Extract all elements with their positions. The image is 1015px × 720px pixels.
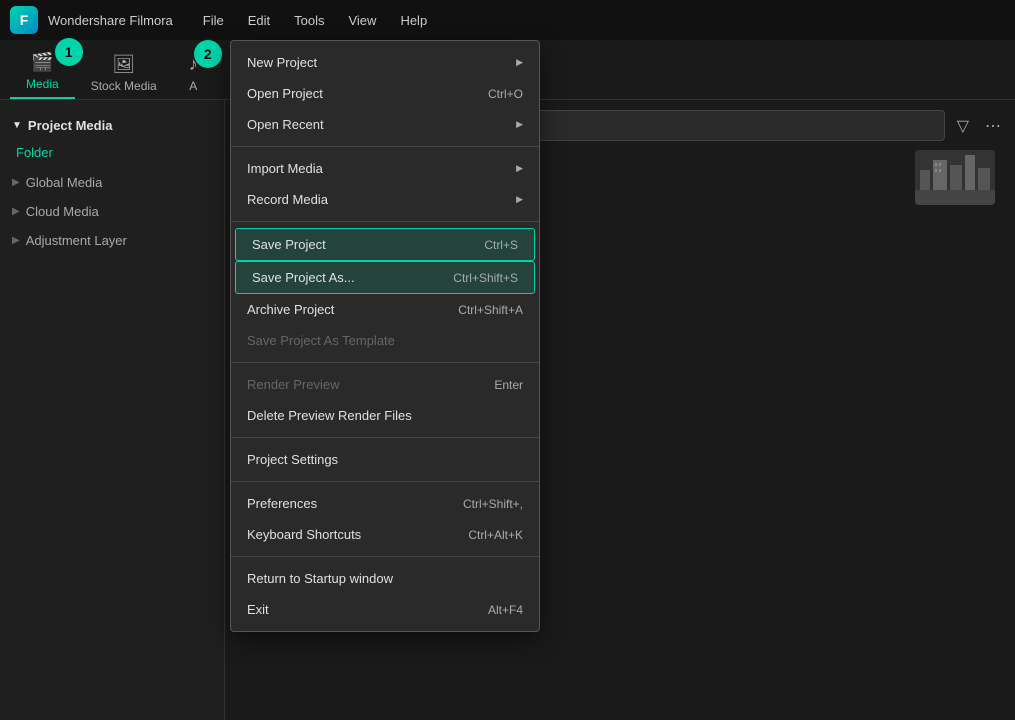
menu-record-media[interactable]: Record Media	[231, 184, 539, 215]
sidebar: ▼ Project Media Folder ▶ Global Media ▶ …	[0, 100, 225, 720]
open-project-shortcut: Ctrl+O	[488, 87, 523, 101]
menu-help[interactable]: Help	[390, 9, 437, 32]
new-project-label: New Project	[247, 55, 317, 70]
adjustment-layer-label: Adjustment Layer	[26, 233, 127, 248]
keyboard-shortcuts-label: Keyboard Shortcuts	[247, 527, 361, 542]
menu-tools[interactable]: Tools	[284, 9, 334, 32]
cloud-media-label: Cloud Media	[26, 204, 99, 219]
tab-stock-media[interactable]: 🖼 Stock Media	[75, 48, 173, 99]
folder-label: Folder	[0, 141, 224, 168]
tab-audio[interactable]: ♪ A 2	[173, 48, 214, 99]
save-project-shortcut: Ctrl+S	[484, 238, 518, 252]
save-as-template-label: Save Project As Template	[247, 333, 395, 348]
menu-import-media[interactable]: Import Media	[231, 153, 539, 184]
app-logo: F	[10, 6, 38, 34]
file-dropdown-menu: New Project Open Project Ctrl+O Open Rec…	[230, 40, 540, 632]
render-preview-label: Render Preview	[247, 377, 340, 392]
record-media-label: Record Media	[247, 192, 328, 207]
step-1-badge: 1	[55, 38, 83, 66]
more-options-icon[interactable]: ⋯	[981, 112, 1005, 140]
menu-preferences[interactable]: Preferences Ctrl+Shift+,	[231, 488, 539, 519]
menu-archive-project[interactable]: Archive Project Ctrl+Shift+A	[231, 294, 539, 325]
menu-delete-preview[interactable]: Delete Preview Render Files	[231, 400, 539, 431]
menu-section-import: Import Media Record Media	[231, 147, 539, 222]
titlebar: F Wondershare Filmora File Edit Tools Vi…	[0, 0, 1015, 40]
project-media-arrow: ▼	[12, 120, 22, 131]
menu-section-new-open: New Project Open Project Ctrl+O Open Rec…	[231, 41, 539, 147]
menu-section-save: Save Project Ctrl+S Save Project As... C…	[231, 222, 539, 363]
media-thumbnail	[915, 150, 995, 205]
menu-edit[interactable]: Edit	[238, 9, 280, 32]
menu-render-preview: Render Preview Enter	[231, 369, 539, 400]
app-name: Wondershare Filmora	[48, 13, 173, 28]
menu-file[interactable]: File	[193, 9, 234, 32]
project-media-title: Project Media	[28, 118, 113, 133]
return-startup-label: Return to Startup window	[247, 571, 393, 586]
global-media-label: Global Media	[26, 175, 103, 190]
adjustment-layer-arrow: ▶	[12, 235, 20, 246]
step-2-badge: 2	[194, 40, 222, 68]
menu-save-project-as[interactable]: Save Project As... Ctrl+Shift+S	[235, 261, 535, 294]
media-tab-icon: 🎬	[31, 52, 53, 73]
project-media-header: ▼ Project Media	[0, 110, 224, 141]
sidebar-item-cloud-media[interactable]: ▶ Cloud Media	[0, 197, 224, 226]
keyboard-shortcuts-shortcut: Ctrl+Alt+K	[468, 528, 523, 542]
open-project-label: Open Project	[247, 86, 323, 101]
menu-open-recent[interactable]: Open Recent	[231, 109, 539, 140]
filter-icon[interactable]: ▽	[953, 112, 973, 140]
open-recent-label: Open Recent	[247, 117, 324, 132]
cloud-media-arrow: ▶	[12, 206, 20, 217]
menu-project-settings[interactable]: Project Settings	[231, 444, 539, 475]
menu-return-startup[interactable]: Return to Startup window	[231, 563, 539, 594]
archive-project-label: Archive Project	[247, 302, 334, 317]
menu-exit[interactable]: Exit Alt+F4	[231, 594, 539, 625]
menu-section-preferences: Preferences Ctrl+Shift+, Keyboard Shortc…	[231, 482, 539, 557]
menu-view[interactable]: View	[338, 9, 386, 32]
tab-media[interactable]: 🎬 Media 1	[10, 46, 75, 99]
menu-new-project[interactable]: New Project	[231, 47, 539, 78]
thumbnail-inner	[915, 150, 995, 205]
project-settings-label: Project Settings	[247, 452, 338, 467]
preferences-label: Preferences	[247, 496, 317, 511]
tab-audio-label: A	[189, 79, 197, 93]
save-project-as-shortcut: Ctrl+Shift+S	[453, 271, 518, 285]
exit-label: Exit	[247, 602, 269, 617]
menu-bar: File Edit Tools View Help	[193, 9, 437, 32]
render-preview-shortcut: Enter	[494, 378, 523, 392]
sidebar-item-adjustment-layer[interactable]: ▶ Adjustment Layer	[0, 226, 224, 255]
archive-project-shortcut: Ctrl+Shift+A	[458, 303, 523, 317]
menu-section-project-settings: Project Settings	[231, 438, 539, 482]
menu-section-exit: Return to Startup window Exit Alt+F4	[231, 557, 539, 631]
menu-save-as-template: Save Project As Template	[231, 325, 539, 356]
menu-open-project[interactable]: Open Project Ctrl+O	[231, 78, 539, 109]
save-project-as-label: Save Project As...	[252, 270, 355, 285]
global-media-arrow: ▶	[12, 177, 20, 188]
preferences-shortcut: Ctrl+Shift+,	[463, 497, 523, 511]
tab-stock-media-label: Stock Media	[91, 79, 157, 93]
import-media-label: Import Media	[247, 161, 323, 176]
menu-save-project[interactable]: Save Project Ctrl+S	[235, 228, 535, 261]
sidebar-item-global-media[interactable]: ▶ Global Media	[0, 168, 224, 197]
stock-media-tab-icon: 🖼	[112, 54, 135, 75]
delete-preview-label: Delete Preview Render Files	[247, 408, 412, 423]
menu-keyboard-shortcuts[interactable]: Keyboard Shortcuts Ctrl+Alt+K	[231, 519, 539, 550]
menu-section-render: Render Preview Enter Delete Preview Rend…	[231, 363, 539, 438]
save-project-label: Save Project	[252, 237, 326, 252]
exit-shortcut: Alt+F4	[488, 603, 523, 617]
tab-media-label: Media	[26, 77, 59, 91]
